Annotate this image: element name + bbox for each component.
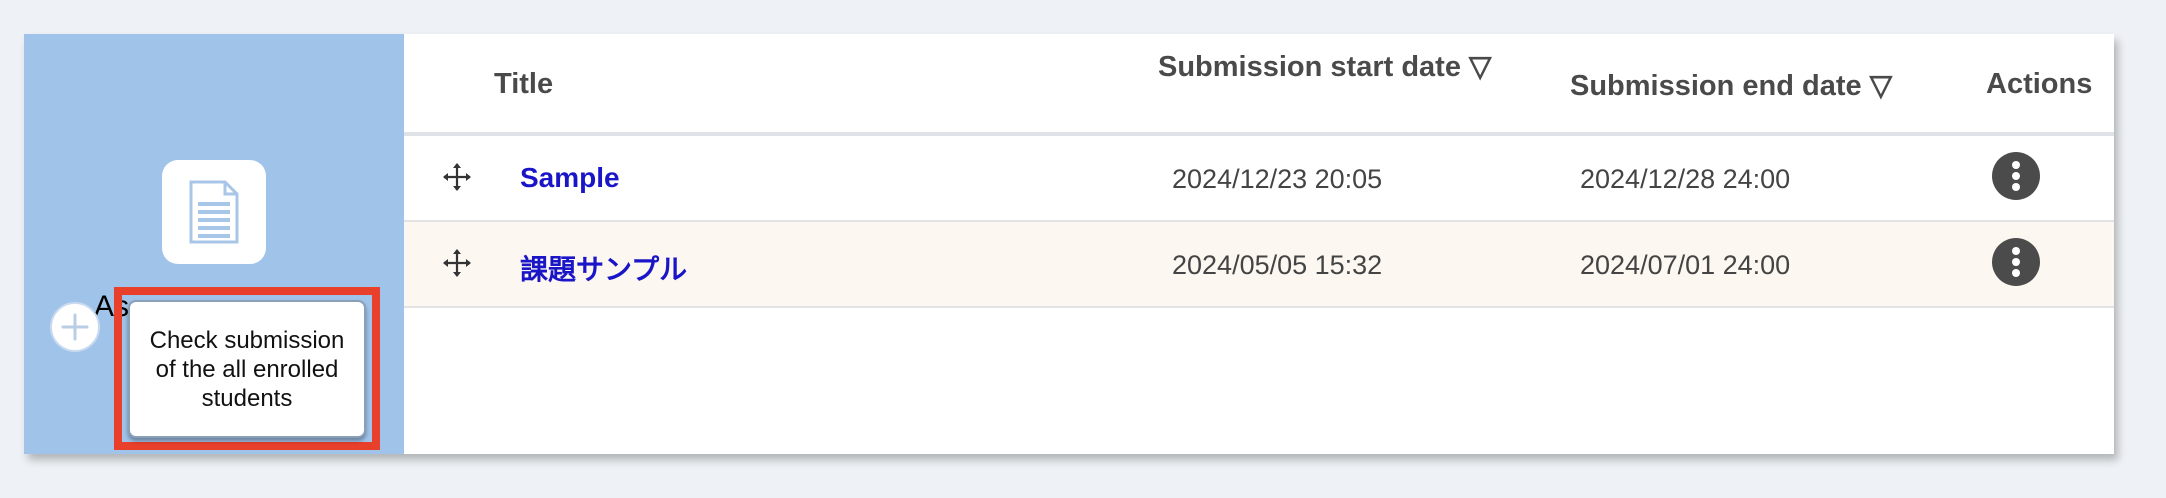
start-date-cell: 2024/12/23 20:05 bbox=[1172, 164, 1383, 194]
document-icon[interactable] bbox=[162, 160, 266, 264]
assignment-table: Title Submission start date ▽ Submission… bbox=[404, 34, 2114, 454]
assignment-title-link[interactable]: Sample bbox=[520, 162, 620, 194]
tooltip-text: Check submission of the all enrolled stu… bbox=[149, 326, 345, 412]
end-date-cell: 2024/12/28 24:00 bbox=[1580, 164, 1791, 194]
start-date-cell: 2024/05/05 15:32 bbox=[1172, 250, 1383, 280]
assignment-sidebar: As Check submission of the all enrolled … bbox=[24, 34, 404, 454]
header-start-date[interactable]: Submission start date ▽ bbox=[1158, 50, 1518, 84]
table-row: Sample 2024/12/23 20:05 2024/12/28 24:00 bbox=[404, 136, 2114, 222]
end-date-cell: 2024/07/01 24:00 bbox=[1580, 250, 1791, 280]
assignment-title-link[interactable]: 課題サンプル bbox=[520, 248, 687, 288]
move-handle-icon[interactable] bbox=[442, 162, 472, 192]
table-header: Title Submission start date ▽ Submission… bbox=[404, 34, 2114, 136]
more-actions-icon[interactable] bbox=[1992, 238, 2040, 286]
plus-icon[interactable] bbox=[50, 302, 100, 352]
check-submission-tooltip: Check submission of the all enrolled stu… bbox=[128, 300, 366, 438]
header-actions: Actions bbox=[1986, 68, 2093, 100]
table-row: 課題サンプル 2024/05/05 15:32 2024/07/01 24:00 bbox=[404, 222, 2114, 308]
header-end-date[interactable]: Submission end date ▽ bbox=[1570, 68, 1892, 103]
move-handle-icon[interactable] bbox=[442, 248, 472, 278]
assignment-panel: As Check submission of the all enrolled … bbox=[24, 34, 2114, 454]
more-actions-icon[interactable] bbox=[1992, 152, 2040, 200]
header-title[interactable]: Title bbox=[494, 68, 553, 101]
